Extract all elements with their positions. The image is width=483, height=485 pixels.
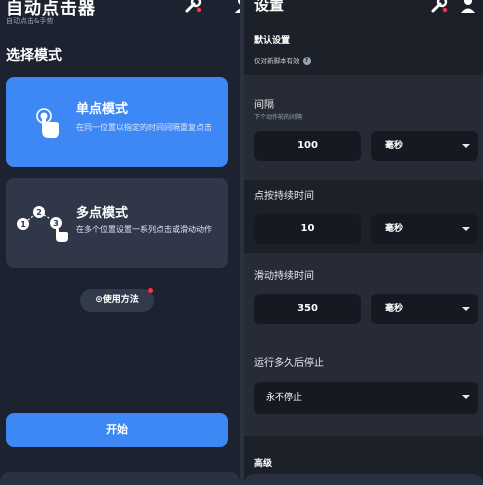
swipe-unit-select[interactable]: 毫秒 xyxy=(371,294,478,324)
press-duration-input[interactable]: 10 xyxy=(254,214,361,244)
press-unit-select[interactable]: 毫秒 xyxy=(371,214,478,244)
howto-label: 使用方法 xyxy=(102,295,139,305)
start-button[interactable]: 开始 xyxy=(6,413,228,447)
single-mode-desc: 在同一位置以指定的时间间隔重复点击 xyxy=(76,123,212,132)
section-title: 选择模式 xyxy=(6,48,62,64)
settings-title: 设置 xyxy=(254,0,285,14)
home-topbar: 自动点击器 自动点击&手势 xyxy=(0,0,240,36)
stop-after-label: 运行多久后停止 xyxy=(254,358,324,369)
advanced-heading: 高级 xyxy=(254,459,273,469)
bottom-nav-bar xyxy=(0,472,240,485)
single-mode-card[interactable]: 单点模式 在同一位置以指定的时间间隔重复点击 xyxy=(6,77,228,167)
app-frame: 自动点击器 自动点击&手势 选择模式 单点模式 在同一位置以指定的时间间隔重复点… xyxy=(0,0,483,485)
svg-text:1: 1 xyxy=(20,220,26,229)
swipe-duration-label: 滑动持续时间 xyxy=(254,271,314,282)
settings-screen: 设置 默认设置 仅对新脚本有效? 间隔 下个动作前的间隔 100 毫秒 点按持续… xyxy=(244,0,483,485)
chevron-down-icon xyxy=(462,144,470,148)
svg-text:2: 2 xyxy=(36,208,42,217)
tap-hand-icon xyxy=(34,107,64,145)
press-duration-label: 点按持续时间 xyxy=(254,191,314,202)
user-icon[interactable] xyxy=(459,0,475,13)
interval-unit-value: 毫秒 xyxy=(385,141,404,151)
user-icon[interactable] xyxy=(233,0,240,13)
interval-label: 间隔 xyxy=(254,100,274,111)
multi-tap-icon: 1 2 3 xyxy=(16,204,72,248)
multi-mode-desc: 在多个位置设置一系列点击或滑动动作 xyxy=(76,225,212,234)
swipe-duration-input[interactable]: 350 xyxy=(254,294,361,324)
chevron-down-icon xyxy=(462,227,470,231)
settings-band xyxy=(244,75,483,180)
default-settings-heading: 默认设置 xyxy=(254,36,291,46)
chevron-down-icon xyxy=(462,307,470,311)
notification-dot xyxy=(148,288,153,293)
multi-mode-title: 多点模式 xyxy=(76,206,129,221)
default-note-text: 仅对新脚本有效 xyxy=(254,57,300,65)
howto-button[interactable]: ⊙使用方法 xyxy=(80,288,154,312)
stop-after-select[interactable]: 永不停止 xyxy=(254,382,478,414)
bottom-nav-bar xyxy=(244,474,483,485)
help-circle-icon: ⊙ xyxy=(95,295,103,305)
multi-mode-card[interactable]: 1 2 3 多点模式 在多个位置设置一系列点击或滑动动作 xyxy=(6,178,228,268)
default-settings-note: 仅对新脚本有效? xyxy=(254,55,311,65)
chevron-down-icon xyxy=(462,395,470,399)
tools-icon[interactable] xyxy=(430,0,448,13)
swipe-unit-value: 毫秒 xyxy=(385,304,404,314)
tools-icon[interactable] xyxy=(184,0,202,13)
press-unit-value: 毫秒 xyxy=(385,224,404,234)
interval-unit-select[interactable]: 毫秒 xyxy=(371,131,478,161)
stop-after-value: 永不停止 xyxy=(266,393,303,403)
help-icon[interactable]: ? xyxy=(302,57,311,65)
single-mode-title: 单点模式 xyxy=(76,102,129,117)
svg-text:3: 3 xyxy=(53,219,59,228)
interval-input[interactable]: 100 xyxy=(254,131,361,161)
interval-sublabel: 下个动作前的间隔 xyxy=(254,114,303,121)
app-subtitle: 自动点击&手势 xyxy=(6,17,54,25)
home-screen: 自动点击器 自动点击&手势 选择模式 单点模式 在同一位置以指定的时间间隔重复点… xyxy=(0,0,240,485)
